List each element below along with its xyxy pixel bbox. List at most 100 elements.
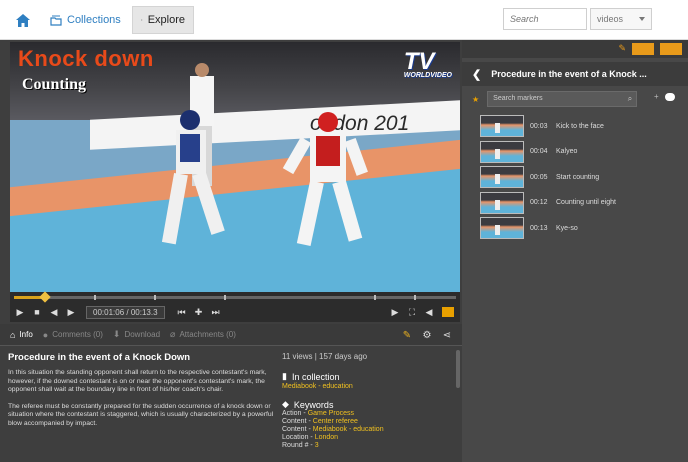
quality-icon[interactable] xyxy=(442,307,454,317)
marker-time: 00:13 xyxy=(530,224,548,232)
marker-item[interactable]: 00:13 Kye-so xyxy=(480,216,680,240)
broadcaster-logo-text: TV xyxy=(403,48,435,75)
marker-item[interactable]: 00:05 Start counting xyxy=(480,165,680,189)
description-paragraph: In this situation the standing opponent … xyxy=(8,369,267,393)
keyword-value[interactable]: Center referee xyxy=(313,418,358,425)
step-back-icon[interactable]: ◀ xyxy=(47,307,61,318)
marker-label: Kick to the face xyxy=(556,122,604,130)
tab-explore[interactable]: Explore xyxy=(132,6,194,34)
markers-panel: ✎ ❮ Procedure in the event of a Knock ..… xyxy=(462,40,688,462)
video-controls-right: ▶ ⛶ ◀ xyxy=(385,304,454,320)
timeline-marker[interactable] xyxy=(414,295,416,300)
broadcaster-logo-sub: WORLDVIDEO xyxy=(403,72,452,79)
frame-back-icon[interactable]: ⏮ xyxy=(175,307,189,318)
markers-search-placeholder: Search markers xyxy=(493,95,543,102)
share-icon[interactable]: ⋖ xyxy=(440,328,454,342)
marker-time: 00:04 xyxy=(530,148,548,155)
keyword-key: Content xyxy=(282,426,307,433)
marker-time: 00:12 xyxy=(530,199,548,206)
keyword-value[interactable]: London xyxy=(315,434,338,441)
home-button[interactable] xyxy=(8,9,38,31)
volume-icon[interactable]: ◀ xyxy=(422,307,436,318)
play-icon[interactable]: ▶ xyxy=(13,307,27,318)
main-stage: ondon 201 Knock down Counting TV WORLDVI… xyxy=(0,40,688,462)
keywords-heading: ◆ Keywords xyxy=(282,399,452,410)
fullscreen-icon[interactable]: ⛶ xyxy=(405,307,419,318)
tab-collections[interactable]: Collections xyxy=(42,6,129,34)
marker-item[interactable]: 00:03 Kick to the face xyxy=(480,114,680,138)
search-input[interactable] xyxy=(503,8,587,30)
panel-toggle-button[interactable] xyxy=(632,43,654,55)
collection-link[interactable]: Mediabook - education xyxy=(282,383,452,390)
tab-collections-label: Collections xyxy=(67,14,121,26)
views-info: 11 views | 157 days ago xyxy=(282,352,368,361)
video-overlay-title: Knock down xyxy=(18,46,154,71)
tab-info[interactable]: ⌂ Info xyxy=(10,330,33,340)
add-marker-icon[interactable]: ✚ xyxy=(192,307,206,318)
search-type-select[interactable]: videos xyxy=(590,8,652,30)
marker-item[interactable]: 00:12 Counting until eight xyxy=(480,191,680,215)
top-navigation-bar: Collections Explore videos xyxy=(0,0,688,40)
timeline-marker[interactable] xyxy=(224,295,226,300)
back-icon[interactable]: ❮ xyxy=(472,68,481,81)
timeline-marker[interactable] xyxy=(374,295,376,300)
comment-bubble-icon[interactable] xyxy=(664,92,675,101)
pencil-icon[interactable]: ✎ xyxy=(618,43,626,54)
marker-thumbnail[interactable] xyxy=(480,115,524,137)
frame-forward-icon[interactable]: ⏭ xyxy=(209,307,223,318)
keyword-row: Round # - 3 xyxy=(282,442,452,450)
tab-download-label: Download xyxy=(124,330,161,339)
keyword-value[interactable]: 3 xyxy=(315,442,319,449)
timeline-marker[interactable] xyxy=(154,295,156,300)
marker-label: Kalyeo xyxy=(556,148,578,155)
stop-icon[interactable]: ■ xyxy=(30,307,44,317)
keywords-label: Keywords xyxy=(293,399,334,410)
current-time: 00:01:06 xyxy=(93,307,125,317)
timeline-marker[interactable] xyxy=(94,295,96,300)
settings-icon[interactable]: ⚙ xyxy=(420,328,434,342)
marker-time: 00:03 xyxy=(530,122,548,130)
description-scrollbar[interactable] xyxy=(456,350,460,388)
video-player[interactable]: ondon 201 Knock down Counting TV WORLDVI… xyxy=(10,42,460,292)
keyword-row: Content - Mediabook - education xyxy=(282,426,452,434)
video-progress-handle[interactable] xyxy=(39,291,51,303)
description-paragraph: The referee must be constantly prepared … xyxy=(8,402,274,427)
tab-info-label: Info xyxy=(19,330,33,339)
keyword-row: Content - Center referee xyxy=(282,418,452,426)
markers-panel-header: ❮ Procedure in the event of a Knock ... xyxy=(462,62,688,86)
marker-item[interactable]: 00:04 Kalyeo xyxy=(480,140,680,164)
marker-label: Kye-so xyxy=(556,224,578,232)
markers-panel-title: Procedure in the event of a Knock ... xyxy=(491,69,647,79)
tab-attachments[interactable]: ⌀ Attachments (0) xyxy=(170,329,236,340)
play-small-icon[interactable]: ▶ xyxy=(388,307,402,318)
home-icon xyxy=(16,13,30,27)
in-collection-label: In collection xyxy=(291,371,340,382)
tab-download[interactable]: ⬇ Download xyxy=(113,329,160,340)
search-icon[interactable]: ⌕ xyxy=(628,94,632,104)
tab-comments[interactable]: ● Comments (0) xyxy=(43,330,103,340)
marker-thumbnail[interactable] xyxy=(480,140,524,163)
keyword-value[interactable]: Game Process xyxy=(308,410,354,417)
star-icon[interactable]: ★ xyxy=(472,95,479,104)
marker-list: 00:03 Kick to the face 00:04 Kalyeo 00:05 Sta… xyxy=(480,114,680,242)
panel-toggle-button[interactable] xyxy=(660,43,682,55)
markers-search-input[interactable]: Search markers ⌕ xyxy=(487,91,638,107)
marker-thumbnail[interactable] xyxy=(480,217,524,239)
keyword-key: Round # xyxy=(282,442,309,449)
marker-thumbnail[interactable] xyxy=(480,191,524,214)
total-time: 00:13.3 xyxy=(130,307,158,317)
video-progress-bar[interactable] xyxy=(14,291,456,303)
explore-icon xyxy=(141,19,143,21)
add-icon[interactable]: + xyxy=(654,92,659,101)
download-icon: ⬇ xyxy=(112,329,121,339)
broadcaster-logo: TV WORLDVIDEO xyxy=(404,48,452,79)
marker-label: Start counting xyxy=(556,173,600,181)
collections-icon xyxy=(50,15,62,26)
tag-icon: ◆ xyxy=(282,399,289,409)
attachment-icon: ⌀ xyxy=(170,329,176,339)
tab-comments-label: Comments (0) xyxy=(52,330,103,339)
marker-thumbnail[interactable] xyxy=(480,166,524,188)
edit-icon[interactable]: ✎ xyxy=(400,328,414,342)
step-forward-icon[interactable]: ▶ xyxy=(64,307,78,318)
keyword-value[interactable]: Mediabook - education xyxy=(313,426,384,433)
